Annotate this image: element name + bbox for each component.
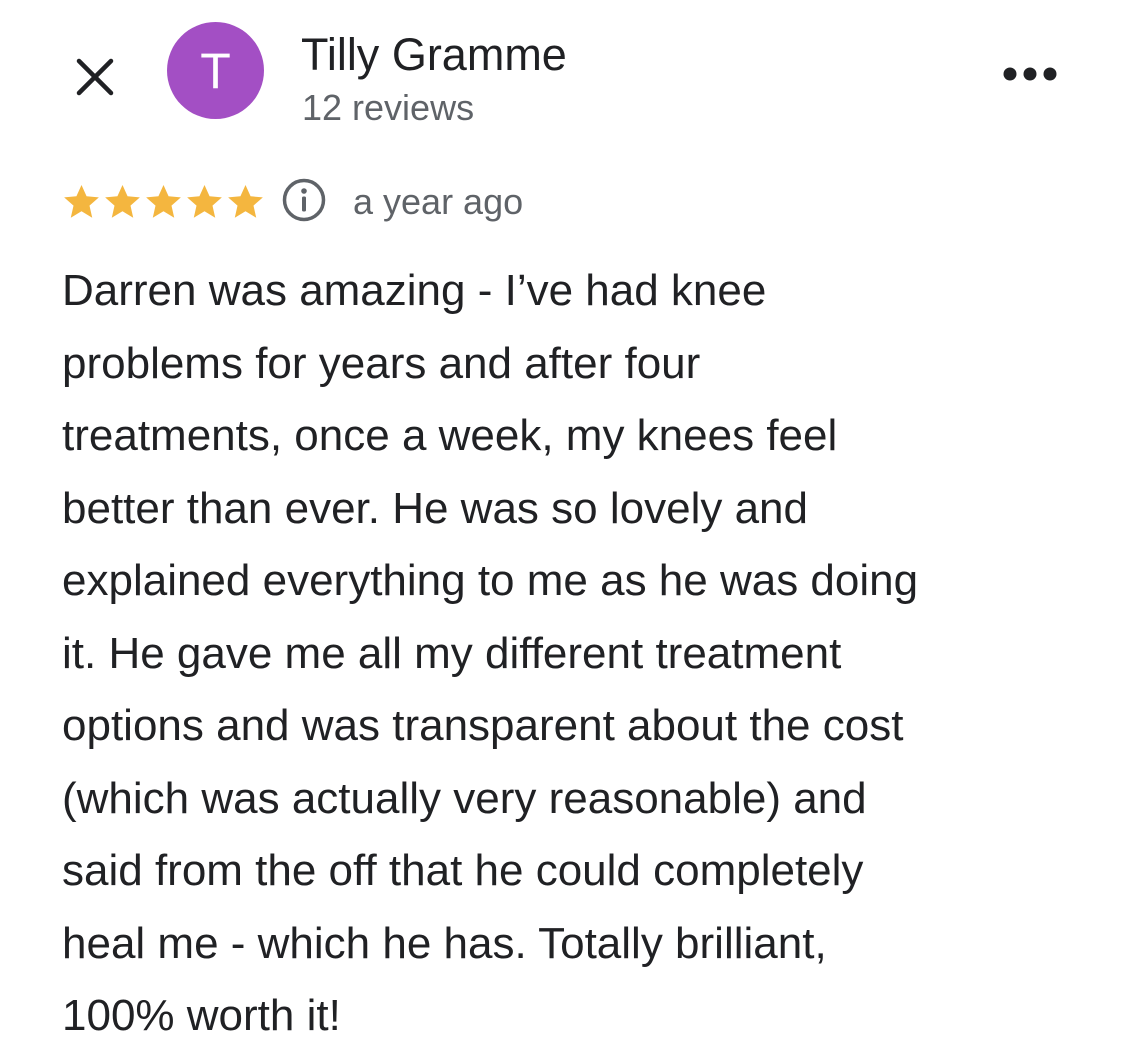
review-text-line: options and was transparent about the co… xyxy=(62,701,904,750)
close-button[interactable] xyxy=(68,52,122,106)
more-options-button[interactable] xyxy=(1000,60,1060,92)
info-icon xyxy=(281,177,327,228)
review-text-line: better than ever. He was so lovely and xyxy=(62,483,808,533)
star-icon xyxy=(64,184,99,218)
rating-row: a year ago xyxy=(62,176,523,228)
star-icon xyxy=(146,184,181,218)
more-horizontal-icon xyxy=(1002,66,1058,87)
review-text-line: 100% worth it! xyxy=(62,991,341,1040)
avatar[interactable]: T xyxy=(167,22,264,119)
review-text-line: (which was actually very reasonable) and xyxy=(62,773,867,823)
info-button[interactable] xyxy=(281,177,327,228)
review-text-line: explained everything to me as he was doi… xyxy=(62,556,919,605)
review-text-line: said from the off that he could complete… xyxy=(62,846,864,895)
avatar-letter: T xyxy=(200,42,231,99)
review-text-line: treatments, once a week, my knees feel xyxy=(62,411,838,460)
review-text-line: it. He gave me all my different treatmen… xyxy=(62,628,842,678)
close-icon xyxy=(73,55,117,104)
star-rating xyxy=(62,183,265,222)
review-count[interactable]: 12 reviews xyxy=(302,86,474,130)
star-icon xyxy=(187,184,222,218)
review-text-line: problems for years and after four xyxy=(62,338,701,388)
review-timestamp: a year ago xyxy=(353,181,524,222)
reviewer-name[interactable]: Tilly Gramme xyxy=(301,28,567,82)
review-text-line: heal me - which he has. Totally brillian… xyxy=(62,918,827,968)
star-icon xyxy=(228,184,263,218)
star-icon xyxy=(105,184,140,218)
review-text-line: Darren was amazing - I’ve had knee xyxy=(62,266,767,315)
review-text: Darren was amazing - I’ve had knee probl… xyxy=(62,255,1072,1053)
